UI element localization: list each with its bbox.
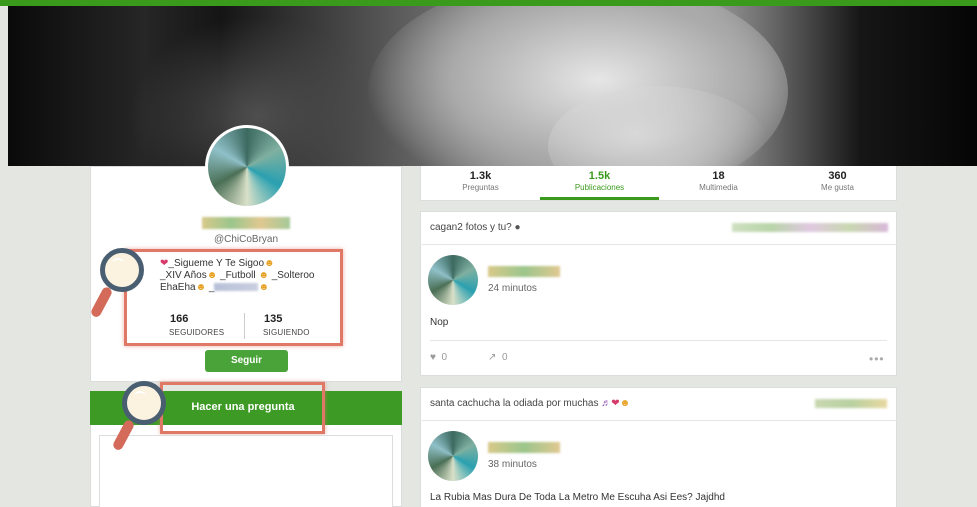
post-time: 24 minutos — [488, 283, 537, 294]
like-action[interactable]: ♥ 0 — [430, 352, 447, 363]
heart-outline-icon: ♥ — [430, 352, 436, 363]
following-label[interactable]: SIGUIENDO — [263, 328, 310, 337]
music-note-icon: ♬ — [601, 398, 612, 409]
bio-blurred-text — [214, 283, 259, 292]
magnifier-lens — [122, 381, 166, 425]
profile-name-blurred — [202, 217, 290, 229]
bio-line-2a: _XIV Años — [160, 270, 207, 281]
answerer-name-blurred — [488, 442, 560, 453]
tab-count: 18 — [712, 170, 725, 182]
following-count[interactable]: 135 — [264, 313, 282, 325]
tab-count: 1.5k — [588, 170, 611, 182]
ask-question-button[interactable]: Hacer una pregunta — [163, 401, 323, 413]
more-dots-icon[interactable]: ••• — [869, 352, 885, 366]
post-time: 38 minutos — [488, 459, 537, 470]
stat-divider — [244, 313, 245, 339]
post-question-text: cagan2 fotos y tu? — [430, 222, 512, 233]
emoji-icon: ☻ — [264, 258, 275, 269]
divider — [420, 420, 897, 421]
answerer-avatar[interactable] — [428, 255, 478, 305]
followers-count[interactable]: 166 — [170, 313, 188, 325]
post-question[interactable]: santa cachucha la odiada por muchas ♬❤☻ — [430, 398, 630, 409]
profile-bio: ❤_Sigueme Y Te Sigoo☻ _XIV Años☻ _Futbol… — [160, 258, 340, 294]
bio-line-3: EhaEha — [160, 282, 196, 293]
emoji-icon: ☻ — [195, 282, 207, 293]
tab-label: Multimedia — [699, 183, 738, 192]
follow-button[interactable]: Seguir — [205, 350, 288, 372]
tab-me-gusta[interactable]: 360 Me gusta — [778, 170, 897, 192]
share-action[interactable]: ↗ 0 — [488, 352, 508, 363]
magnifier-lens — [100, 248, 144, 292]
asker-name-blurred — [815, 399, 887, 408]
magnifier-icon — [89, 248, 160, 338]
divider — [420, 244, 897, 245]
active-tab-indicator — [540, 197, 659, 200]
bio-line-2c: _Solteroo — [271, 270, 315, 281]
bio-line-1: _Sigueme Y Te Sigoo — [168, 258, 265, 269]
emoji-icon: ● — [514, 222, 521, 233]
tab-label: Me gusta — [821, 183, 854, 192]
like-count: 0 — [441, 352, 448, 363]
share-arrow-icon: ↗ — [488, 352, 497, 363]
tab-preguntas[interactable]: 1.3k Preguntas — [421, 170, 540, 192]
post-question[interactable]: cagan2 fotos y tu? ● — [430, 222, 521, 233]
asker-name-blurred — [732, 223, 888, 232]
post-answer: Nop — [430, 317, 449, 328]
divider — [430, 340, 887, 341]
post-answer: La Rubia Mas Dura De Toda La Metro Me Es… — [430, 492, 725, 503]
answerer-avatar[interactable] — [428, 431, 478, 481]
emoji-icon: ☻ — [619, 398, 631, 409]
tab-count: 1.3k — [469, 170, 492, 182]
tab-publicaciones[interactable]: 1.5k Publicaciones — [540, 170, 659, 192]
share-count: 0 — [501, 352, 508, 363]
cover-photo — [8, 6, 977, 166]
tab-count: 360 — [828, 170, 847, 182]
heart-icon: ❤ — [611, 398, 620, 409]
profile-avatar[interactable] — [205, 125, 289, 209]
emoji-icon: ☻ — [258, 270, 269, 281]
tab-multimedia[interactable]: 18 Multimedia — [659, 170, 778, 192]
tab-label: Publicaciones — [574, 183, 625, 192]
tab-label: Preguntas — [462, 183, 499, 192]
followers-label[interactable]: SEGUIDORES — [169, 328, 224, 337]
profile-handle: @ChiCoBryan — [213, 234, 279, 245]
magnifier-icon — [111, 381, 182, 471]
bio-line-2b: _Futboll — [220, 270, 256, 281]
emoji-icon: ☻ — [206, 270, 218, 281]
emoji-icon: ☻ — [258, 282, 269, 293]
answerer-name-blurred — [488, 266, 560, 277]
post-question-text: santa cachucha la odiada por muchas — [430, 398, 599, 409]
